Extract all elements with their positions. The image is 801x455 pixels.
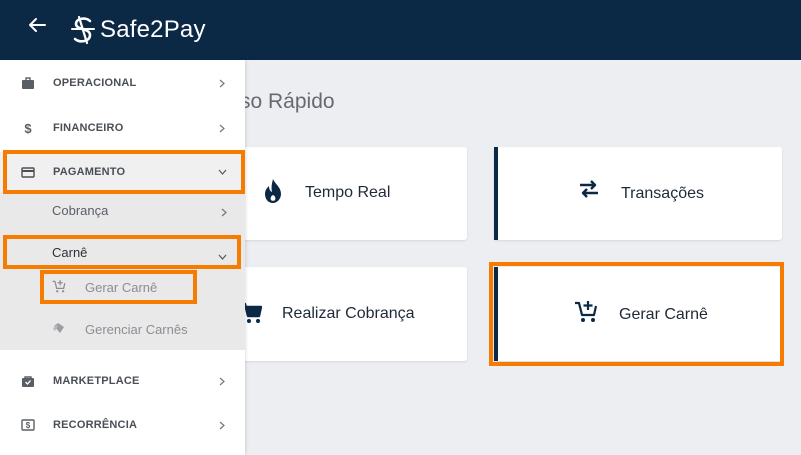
credit-card-icon: [20, 164, 36, 180]
submenu-item-carne[interactable]: Carnê: [0, 236, 245, 268]
sidebar-item-label: FINANCEIRO: [53, 122, 124, 134]
card-label: Tempo Real: [305, 184, 391, 201]
submenu-item-label: Carnê: [52, 245, 88, 260]
sidebar-item-marketplace[interactable]: MARKETPLACE: [0, 364, 245, 398]
card-transacoes[interactable]: Transações: [494, 147, 782, 240]
chevron-down-icon: [217, 167, 227, 177]
shopping-bag-icon: [20, 373, 36, 389]
app-logo[interactable]: Safe2Pay: [70, 14, 206, 46]
sidebar-item-label: MARKETPLACE: [53, 375, 140, 387]
card-realizar-cobranca[interactable]: Realizar Cobrança: [238, 267, 467, 361]
svg-text:$: $: [26, 421, 31, 430]
submenu-item-gerar-carne[interactable]: Gerar Carnê: [0, 272, 245, 302]
swap-arrows-icon: [578, 180, 600, 198]
chevron-right-icon: [217, 123, 227, 133]
sidebar: OPERACIONAL $ FINANCEIRO PAGAMENTO Cobra…: [0, 60, 245, 455]
chevron-right-icon: [217, 376, 227, 386]
sidebar-item-label: PAGAMENTO: [53, 166, 126, 178]
chevron-right-icon: [221, 204, 227, 222]
money-icon: $: [20, 417, 36, 433]
sidebar-item-pagamento[interactable]: PAGAMENTO: [0, 152, 245, 192]
submenu-item-label: Gerenciar Carnês: [85, 322, 188, 337]
back-button[interactable]: [24, 12, 50, 38]
cart-plus-icon: [574, 299, 598, 323]
chevron-right-icon: [217, 78, 227, 88]
chevron-right-icon: [217, 420, 227, 430]
top-bar: Safe2Pay: [0, 0, 801, 60]
submenu-item-cobranca[interactable]: Cobrança: [0, 194, 245, 226]
flame-icon: [262, 178, 284, 204]
card-label: Gerar Carnê: [619, 306, 708, 323]
dollar-icon: $: [24, 120, 32, 136]
card-gerar-carne[interactable]: Gerar Carnê: [494, 267, 782, 361]
pagamento-submenu: Cobrança Carnê Gerar Carnê Gerenciar Car…: [0, 192, 245, 350]
submenu-item-gerenciar-carnes[interactable]: Gerenciar Carnês: [0, 314, 245, 344]
page-title: so Rápido: [240, 90, 335, 113]
card-tempo-real[interactable]: Tempo Real: [238, 147, 467, 240]
card-accent-bar: [494, 267, 498, 361]
safe2pay-logo-icon: [71, 15, 95, 45]
sidebar-item-operacional[interactable]: OPERACIONAL: [0, 66, 245, 100]
sidebar-item-financeiro[interactable]: $ FINANCEIRO: [0, 111, 245, 145]
arrow-left-icon: [29, 18, 46, 32]
sidebar-item-recorrencia[interactable]: $ RECORRÊNCIA: [0, 408, 245, 442]
briefcase-icon: [20, 75, 36, 91]
card-label: Realizar Cobrança: [282, 305, 415, 322]
submenu-item-label: Cobrança: [52, 203, 109, 218]
logo-text: Safe2Pay: [100, 16, 206, 43]
tags-icon: [52, 321, 66, 340]
submenu-item-label: Gerar Carnê: [85, 280, 158, 295]
cart-plus-icon: [52, 279, 66, 298]
card-accent-bar: [494, 147, 498, 240]
sidebar-item-label: OPERACIONAL: [53, 77, 137, 89]
sidebar-item-label: RECORRÊNCIA: [53, 419, 138, 431]
card-label: Transações: [621, 185, 704, 202]
chevron-down-icon: [218, 247, 227, 265]
